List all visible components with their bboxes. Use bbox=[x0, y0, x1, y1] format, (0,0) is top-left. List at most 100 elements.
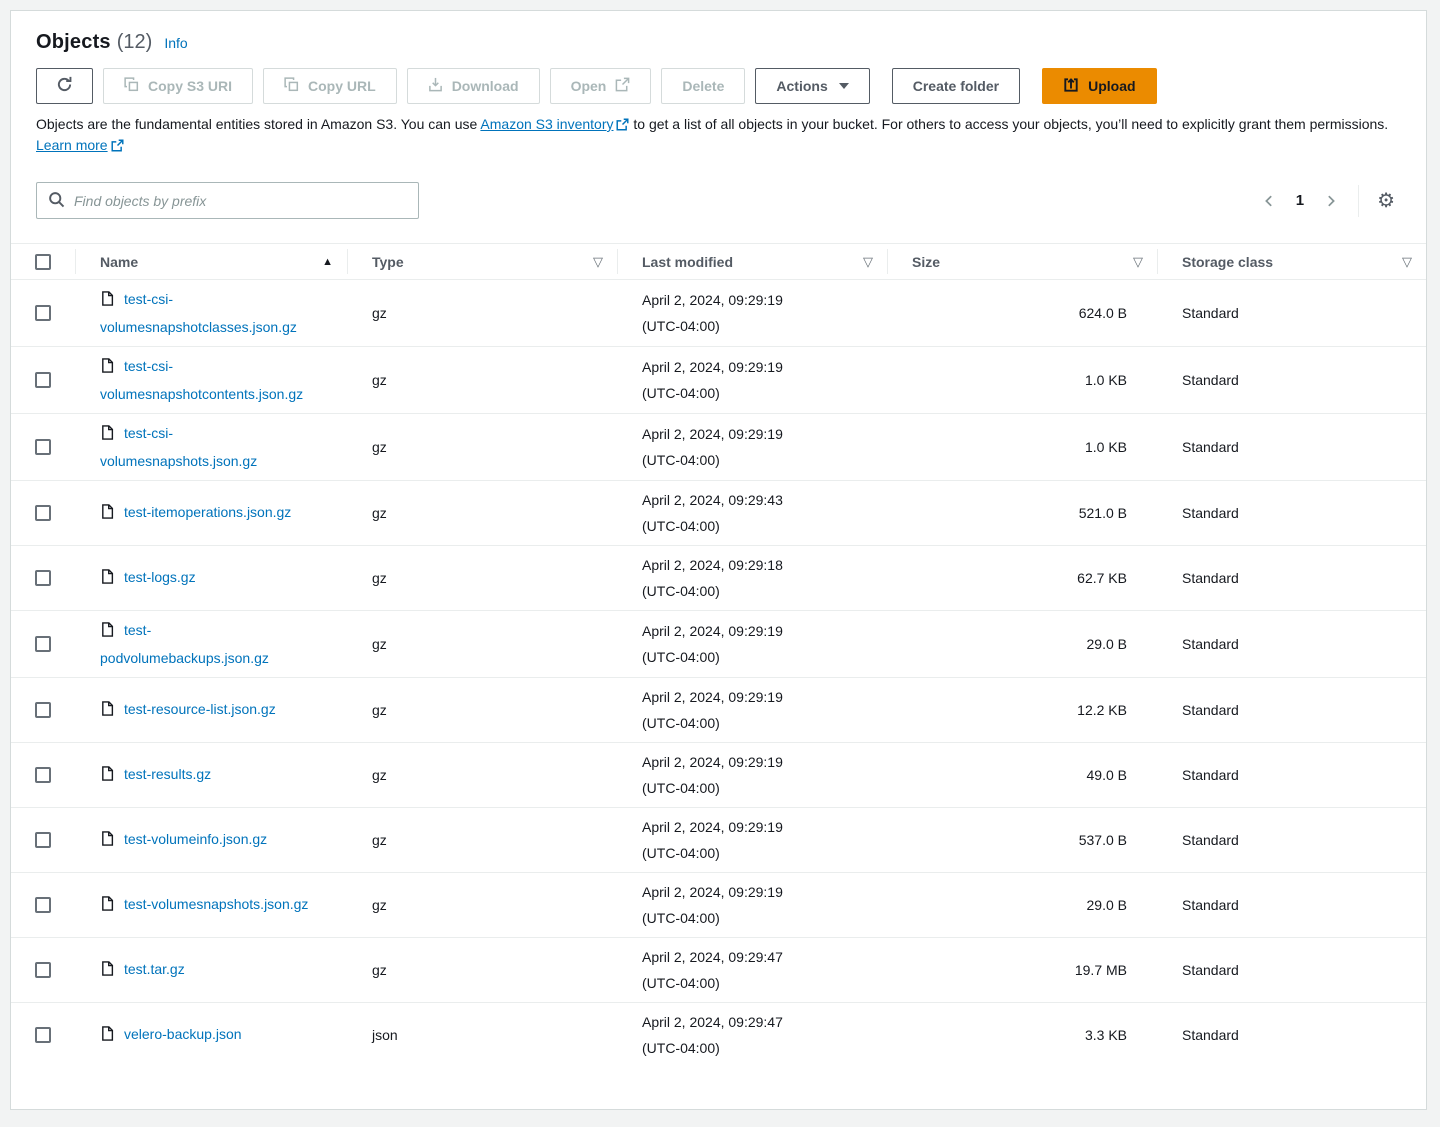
table-row: test-logs.gz gz April 2, 2024, 09:29:18 … bbox=[11, 545, 1426, 610]
size-cell: 12.2 KB bbox=[887, 697, 1157, 723]
modified-timezone: (UTC-04:00) bbox=[642, 1035, 873, 1061]
row-checkbox-cell bbox=[11, 767, 75, 783]
column-header-type[interactable]: Type ▽ bbox=[347, 244, 617, 279]
description-text: Objects are the fundamental entities sto… bbox=[36, 115, 1401, 157]
objects-panel: Objects (12) Info bbox=[10, 10, 1427, 1110]
file-icon bbox=[100, 422, 115, 448]
object-name-link[interactable]: test-podvolumebackups.json.gz bbox=[100, 622, 269, 666]
file-icon bbox=[100, 958, 115, 984]
actions-button[interactable]: Actions bbox=[755, 68, 869, 104]
object-name-link[interactable]: test-volumesnapshots.json.gz bbox=[124, 896, 308, 912]
name-cell: test-logs.gz bbox=[75, 564, 347, 592]
external-link-icon bbox=[616, 117, 629, 136]
filter-icon[interactable]: ▽ bbox=[1402, 254, 1412, 270]
storage-class-cell: Standard bbox=[1157, 1022, 1426, 1048]
row-checkbox[interactable] bbox=[35, 702, 51, 718]
row-checkbox-cell bbox=[11, 570, 75, 586]
row-checkbox[interactable] bbox=[35, 305, 51, 321]
name-cell: test-resource-list.json.gz bbox=[75, 696, 347, 724]
column-header-last-modified[interactable]: Last modified ▽ bbox=[617, 244, 887, 279]
search-icon bbox=[48, 191, 65, 211]
modified-date: April 2, 2024, 09:29:18 bbox=[642, 552, 873, 578]
size-cell: 3.3 KB bbox=[887, 1022, 1157, 1048]
type-cell: gz bbox=[347, 957, 617, 983]
row-checkbox[interactable] bbox=[35, 962, 51, 978]
object-name-link[interactable]: velero-backup.json bbox=[124, 1026, 242, 1042]
table-row: test-results.gz gz April 2, 2024, 09:29:… bbox=[11, 742, 1426, 807]
table-row: test.tar.gz gz April 2, 2024, 09:29:47 (… bbox=[11, 937, 1426, 1002]
storage-class-cell: Standard bbox=[1157, 367, 1426, 393]
object-name-link[interactable]: test-csi-volumesnapshotclasses.json.gz bbox=[100, 291, 297, 335]
name-cell: test-csi-volumesnapshots.json.gz bbox=[75, 420, 347, 474]
row-checkbox[interactable] bbox=[35, 636, 51, 652]
filter-icon[interactable]: ▽ bbox=[863, 254, 873, 270]
sort-ascending-icon[interactable]: ▲ bbox=[322, 256, 333, 268]
size-cell: 29.0 B bbox=[887, 631, 1157, 657]
table-row: test-volumeinfo.json.gz gz April 2, 2024… bbox=[11, 807, 1426, 872]
file-icon bbox=[100, 619, 115, 645]
row-checkbox[interactable] bbox=[35, 505, 51, 521]
select-all-checkbox[interactable] bbox=[35, 254, 51, 270]
object-name-link[interactable]: test-csi-volumesnapshotcontents.json.gz bbox=[100, 358, 303, 402]
column-header-name[interactable]: Name ▲ bbox=[75, 244, 347, 279]
table-body: test-csi-volumesnapshotclasses.json.gz g… bbox=[11, 280, 1426, 1067]
modified-date: April 2, 2024, 09:29:47 bbox=[642, 1009, 873, 1035]
row-checkbox[interactable] bbox=[35, 439, 51, 455]
row-checkbox[interactable] bbox=[35, 897, 51, 913]
table-row: test-csi-volumesnapshots.json.gz gz Apri… bbox=[11, 413, 1426, 480]
size-cell: 521.0 B bbox=[887, 500, 1157, 526]
info-link[interactable]: Info bbox=[164, 35, 187, 51]
create-folder-button[interactable]: Create folder bbox=[892, 68, 1020, 104]
search-input[interactable] bbox=[74, 193, 407, 209]
file-icon bbox=[100, 566, 115, 592]
current-page[interactable]: 1 bbox=[1284, 192, 1316, 209]
storage-class-cell: Standard bbox=[1157, 565, 1426, 591]
size-cell: 1.0 KB bbox=[887, 434, 1157, 460]
refresh-button[interactable] bbox=[36, 68, 93, 104]
caret-down-icon bbox=[839, 83, 849, 89]
row-checkbox[interactable] bbox=[35, 832, 51, 848]
object-name-link[interactable]: test-itemoperations.json.gz bbox=[124, 504, 291, 520]
column-header-storage-class[interactable]: Storage class ▽ bbox=[1157, 244, 1426, 279]
inventory-link[interactable]: Amazon S3 inventory bbox=[480, 116, 613, 132]
object-name-link[interactable]: test-volumeinfo.json.gz bbox=[124, 831, 267, 847]
object-name-link[interactable]: test.tar.gz bbox=[124, 961, 185, 977]
panel-header: Objects (12) Info bbox=[36, 31, 1401, 54]
object-name-link[interactable]: test-results.gz bbox=[124, 766, 211, 782]
row-checkbox[interactable] bbox=[35, 1027, 51, 1043]
row-checkbox[interactable] bbox=[35, 767, 51, 783]
object-name-link[interactable]: test-csi-volumesnapshots.json.gz bbox=[100, 425, 257, 469]
file-icon bbox=[100, 1023, 115, 1049]
pagination: 1 ⚙ bbox=[1254, 185, 1401, 217]
filter-icon[interactable]: ▽ bbox=[1133, 254, 1143, 270]
object-name-link[interactable]: test-logs.gz bbox=[124, 569, 196, 585]
object-name-link[interactable]: test-resource-list.json.gz bbox=[124, 701, 276, 717]
table-row: test-volumesnapshots.json.gz gz April 2,… bbox=[11, 872, 1426, 937]
next-page-button[interactable] bbox=[1316, 188, 1346, 214]
modified-date: April 2, 2024, 09:29:47 bbox=[642, 944, 873, 970]
modified-date: April 2, 2024, 09:29:19 bbox=[642, 879, 873, 905]
last-modified-cell: April 2, 2024, 09:29:47 (UTC-04:00) bbox=[617, 1009, 887, 1061]
name-cell: test-results.gz bbox=[75, 761, 347, 789]
last-modified-cell: April 2, 2024, 09:29:19 (UTC-04:00) bbox=[617, 814, 887, 866]
open-button: Open bbox=[550, 68, 652, 104]
row-checkbox-cell bbox=[11, 897, 75, 913]
storage-class-cell: Standard bbox=[1157, 957, 1426, 983]
row-checkbox[interactable] bbox=[35, 570, 51, 586]
modified-timezone: (UTC-04:00) bbox=[642, 644, 873, 670]
filter-icon[interactable]: ▽ bbox=[593, 254, 603, 270]
download-icon bbox=[428, 77, 443, 95]
row-checkbox[interactable] bbox=[35, 372, 51, 388]
learn-more-link[interactable]: Learn more bbox=[36, 137, 108, 153]
settings-gear-icon[interactable]: ⚙ bbox=[1371, 189, 1401, 213]
type-cell: gz bbox=[347, 827, 617, 853]
row-checkbox-cell bbox=[11, 372, 75, 388]
file-icon bbox=[100, 355, 115, 381]
upload-button[interactable]: Upload bbox=[1042, 68, 1156, 104]
column-header-size[interactable]: Size ▽ bbox=[887, 244, 1157, 279]
last-modified-cell: April 2, 2024, 09:29:19 (UTC-04:00) bbox=[617, 879, 887, 931]
modified-date: April 2, 2024, 09:29:19 bbox=[642, 814, 873, 840]
modified-date: April 2, 2024, 09:29:19 bbox=[642, 421, 873, 447]
file-icon bbox=[100, 763, 115, 789]
previous-page-button[interactable] bbox=[1254, 188, 1284, 214]
